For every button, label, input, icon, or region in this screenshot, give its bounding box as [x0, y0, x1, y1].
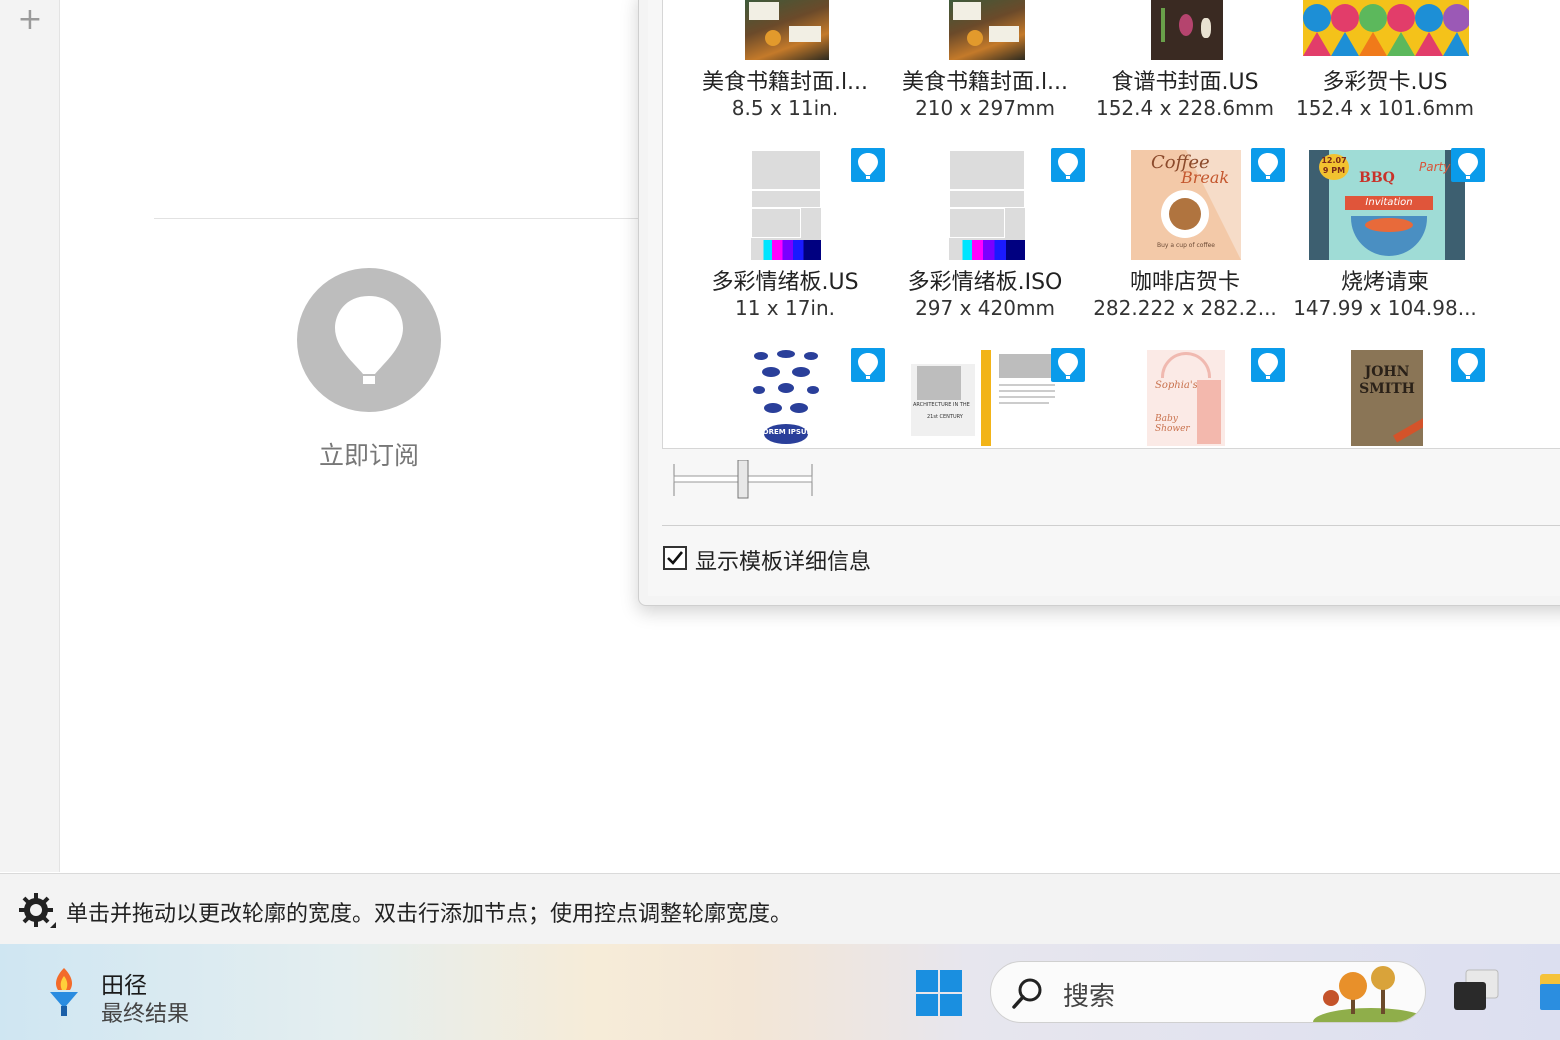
- template-thumbnail: [949, 150, 1025, 260]
- template-tile[interactable]: 食谱书封面.US 152.4 x 228.6mm: [1085, 0, 1285, 160]
- template-tile[interactable]: LOREM IPSUM: [685, 346, 885, 448]
- taskbar-search[interactable]: 搜索: [990, 961, 1426, 1023]
- task-view-icon[interactable]: [1452, 968, 1500, 1014]
- gear-icon[interactable]: [18, 892, 58, 932]
- template-name: 多彩情绪板.ISO: [907, 270, 1063, 295]
- template-thumbnail: [949, 0, 1025, 60]
- coffee-subtitle-text: Break: [1181, 168, 1230, 187]
- template-thumbnail: [745, 0, 829, 60]
- template-thumbnail: Coffee Break Buy a cup of coffee: [1131, 150, 1241, 260]
- template-thumbnail: Sophia's Baby Shower: [1147, 350, 1225, 446]
- template-tile[interactable]: 多彩情绪板.ISO 297 x 420mm: [885, 146, 1085, 346]
- template-tile[interactable]: 12.07 9 PM BBQ Party Invitation 烧烤请柬 147…: [1285, 146, 1485, 346]
- bbq-time-text: 9 PM: [1322, 166, 1346, 175]
- template-name: 美食书籍封面.l...: [701, 70, 869, 95]
- template-name: 食谱书封面.US: [1111, 70, 1259, 95]
- autumn-trees-icon: [1311, 962, 1425, 1022]
- show-details-label: 显示模板详细信息: [695, 550, 872, 575]
- premium-badge-icon: [851, 148, 885, 182]
- template-size: 210 x 297mm: [915, 96, 1055, 120]
- search-icon: [1011, 976, 1045, 1010]
- bbq-invitation-text: Invitation: [1345, 196, 1433, 210]
- template-size: 11 x 17in.: [734, 296, 836, 320]
- template-tile[interactable]: 美食书籍封面.l... 210 x 297mm: [885, 0, 1085, 160]
- pattern-label-text: LOREM IPSUM: [758, 428, 814, 436]
- divider: [154, 218, 640, 219]
- premium-badge-icon: [1051, 148, 1085, 182]
- template-name: 多彩贺卡.US: [1322, 70, 1448, 95]
- file-explorer-icon[interactable]: [1538, 970, 1560, 1016]
- template-tile[interactable]: Sophia's Baby Shower: [1085, 346, 1285, 448]
- add-icon[interactable]: +: [16, 4, 44, 36]
- template-size: 147.99 x 104.98...: [1293, 296, 1477, 320]
- template-thumbnail: 12.07 9 PM BBQ Party Invitation: [1309, 150, 1465, 260]
- left-toolbar: +: [0, 0, 60, 872]
- bbq-party-text: Party: [1419, 160, 1451, 174]
- arch-title-text: ARCHITECTURE IN THE: [913, 402, 970, 408]
- template-thumbnail: ARCHITECTURE IN THE 21st CENTURY: [907, 350, 1057, 446]
- thumbnail-size-slider[interactable]: [672, 459, 814, 500]
- template-thumbnail: JOHN SMITH: [1351, 350, 1423, 446]
- template-tile[interactable]: 美食书籍封面.l... 8.5 x 11in.: [685, 0, 885, 160]
- template-size: 152.4 x 101.6mm: [1295, 96, 1475, 120]
- widget-subtitle[interactable]: 最终结果: [101, 996, 189, 1028]
- baby-name-text: Sophia's: [1155, 380, 1198, 391]
- search-placeholder: 搜索: [1063, 982, 1116, 1012]
- dialog-separator: [662, 525, 1560, 526]
- torch-icon[interactable]: [44, 966, 84, 1018]
- widget-title[interactable]: 田径: [101, 966, 147, 1000]
- show-details-checkbox[interactable]: [663, 546, 687, 570]
- template-tile[interactable]: 多彩贺卡.US 152.4 x 101.6mm: [1285, 0, 1485, 160]
- book-author-last-text: SMITH: [1359, 381, 1415, 397]
- taskbar: 田径 最终结果 搜索: [0, 944, 1560, 1040]
- book-author-first-text: JOHN: [1364, 364, 1410, 380]
- coffee-tag-text: Buy a cup of coffee: [1157, 242, 1215, 249]
- template-tile[interactable]: ARCHITECTURE IN THE 21st CENTURY: [885, 346, 1085, 448]
- status-message: 单击并拖动以更改轮廓的宽度。双击行添加节点；使用控点调整轮廓宽度。: [66, 902, 793, 927]
- template-size: 297 x 420mm: [915, 296, 1055, 320]
- premium-badge-icon: [851, 348, 885, 382]
- premium-badge-icon: [1251, 348, 1285, 382]
- arch-century-text: 21st CENTURY: [927, 414, 963, 420]
- template-tile[interactable]: Coffee Break Buy a cup of coffee 咖啡店贺卡 2…: [1085, 146, 1285, 346]
- template-size: 152.4 x 228.6mm: [1095, 96, 1275, 120]
- template-grid[interactable]: 美食书籍封面.l... 8.5 x 11in. 美食书籍封面.l... 210 …: [662, 0, 1560, 449]
- template-thumbnail: [751, 150, 821, 260]
- status-bar: 单击并拖动以更改轮廓的宽度。双击行添加节点；使用控点调整轮廓宽度。: [0, 873, 1560, 945]
- template-thumbnail: LOREM IPSUM: [751, 350, 821, 446]
- subscribe-link[interactable]: 立即订阅: [296, 436, 442, 472]
- template-size: 282.222 x 282.2...: [1093, 296, 1277, 320]
- premium-badge-icon: [1451, 148, 1485, 182]
- premium-badge-icon: [1451, 348, 1485, 382]
- template-name: 烧烤请柬: [1340, 270, 1429, 295]
- template-thumbnail: [1303, 0, 1469, 56]
- premium-badge-icon: [1051, 348, 1085, 382]
- premium-badge-icon: [1251, 148, 1285, 182]
- template-name: 美食书籍封面.l...: [901, 70, 1069, 95]
- template-name: 多彩情绪板.US: [711, 270, 859, 295]
- windows-start-icon[interactable]: [916, 970, 962, 1016]
- bbq-title-text: BBQ: [1359, 170, 1395, 186]
- baby-shower-text: Baby Shower: [1155, 414, 1190, 434]
- template-thumbnail: [1151, 0, 1223, 60]
- template-tile[interactable]: 多彩情绪板.US 11 x 17in.: [685, 146, 885, 346]
- template-size: 8.5 x 11in.: [731, 96, 839, 120]
- subscribe-balloon-icon[interactable]: [297, 268, 441, 412]
- template-tile[interactable]: JOHN SMITH: [1285, 346, 1485, 448]
- bbq-date-text: 12.07: [1321, 156, 1347, 165]
- template-name: 咖啡店贺卡: [1129, 270, 1240, 295]
